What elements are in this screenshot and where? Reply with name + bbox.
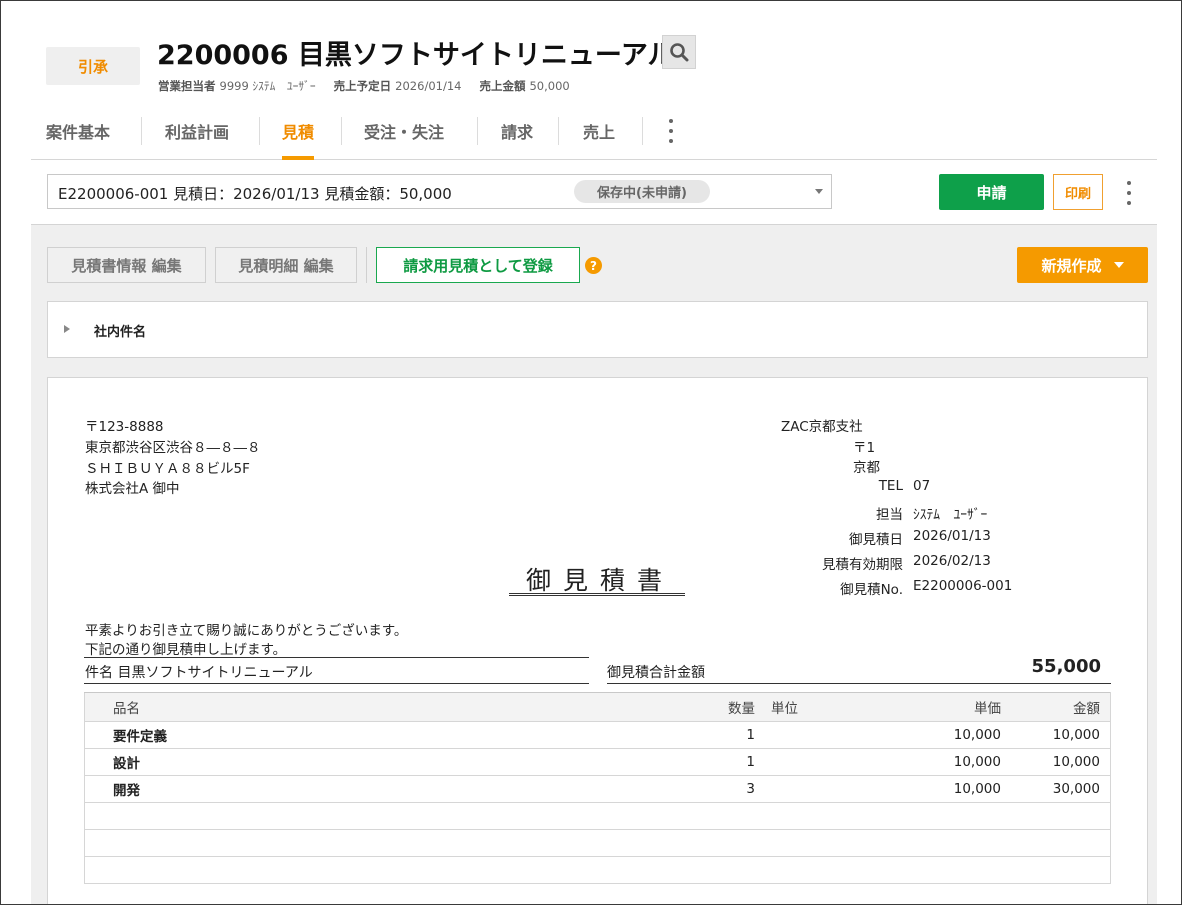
recipient-address: 東京都渋谷区渋谷８―８―８ <box>85 440 261 456</box>
estimate-date-value: 2026/01/13 <box>913 528 991 544</box>
meta-label: 売上予定日 <box>333 79 392 93</box>
item-qty: 1 <box>633 721 761 749</box>
item-unit <box>761 721 851 749</box>
col-amount: 金額 <box>1001 692 1111 722</box>
tab-divider <box>141 117 142 145</box>
divider <box>84 683 589 684</box>
tab-sales[interactable]: 売上 <box>583 111 615 159</box>
sender-city: 京都 <box>853 460 880 476</box>
table-row-empty <box>84 802 1111 830</box>
table-row: 要件定義 1 10,000 10,000 <box>84 721 1111 749</box>
item-amount: 30,000 <box>1001 775 1111 803</box>
help-icon[interactable]: ? <box>585 257 602 274</box>
tab-divider <box>341 117 342 145</box>
valid-until-value: 2026/02/13 <box>913 553 991 569</box>
internal-subject-panel[interactable]: 社内件名 <box>47 301 1148 358</box>
new-create-button[interactable]: 新規作成 <box>1017 247 1148 283</box>
item-amount: 10,000 <box>1001 748 1111 776</box>
table-row: 設計 1 10,000 10,000 <box>84 748 1111 776</box>
search-button[interactable] <box>662 35 696 69</box>
meta-value: 50,000 <box>529 79 570 93</box>
estimate-select-value: E2200006-001 見積日：2026/01/13 見積金額：50,000 <box>58 185 452 203</box>
project-meta: 営業担当者 9999 ｼｽﾃﾑ ﾕｰｻﾞｰ 売上予定日 2026/01/14 売上金額 5… <box>158 78 570 94</box>
estimate-date-label: 御見積日 <box>849 532 903 548</box>
greeting-line-2: 下記の通り御見積申し上げます。 <box>85 642 287 658</box>
item-price: 10,000 <box>851 775 1001 803</box>
chevron-down-icon <box>815 189 823 194</box>
valid-until-label: 見積有効期限 <box>822 557 903 573</box>
meta-label: 営業担当者 <box>158 79 216 93</box>
edit-estimate-info-button[interactable]: 見積書情報 編集 <box>47 247 206 283</box>
tab-project-basic[interactable]: 案件基本 <box>46 111 110 159</box>
item-name: 設計 <box>84 748 633 776</box>
tel-label: TEL <box>878 478 903 494</box>
item-qty: 1 <box>633 748 761 776</box>
search-icon <box>670 43 689 62</box>
estimate-no-label: 御見積No. <box>840 582 903 598</box>
tab-order[interactable]: 受注・失注 <box>364 111 444 159</box>
person-label: 担当 <box>876 507 903 523</box>
print-button[interactable]: 印刷 <box>1053 174 1103 210</box>
tab-bar: 案件基本 利益計画 見積 受注・失注 請求 売上 <box>31 111 1157 160</box>
greeting-line-1: 平素よりお引き立て賜り誠にありがとうございます。 <box>85 623 408 639</box>
chevron-right-icon <box>64 325 70 333</box>
recipient-name: 株式会社A 御中 <box>85 481 180 497</box>
subject: 件名 目黒ソフトサイトリニューアル <box>85 665 313 681</box>
col-price: 単価 <box>851 692 1001 722</box>
more-tabs-icon[interactable] <box>666 119 676 143</box>
page-title: 2200006 目黒ソフトサイトリニューアル <box>157 40 675 71</box>
col-qty: 数量 <box>633 692 761 722</box>
register-billing-estimate-button[interactable]: 請求用見積として登録 <box>376 247 580 283</box>
estimate-select[interactable]: E2200006-001 見積日：2026/01/13 見積金額：50,000 … <box>47 174 832 209</box>
tab-profit-plan[interactable]: 利益計画 <box>165 111 229 159</box>
divider <box>84 657 589 658</box>
sender-company: ZAC京都支社 <box>781 419 863 435</box>
tel-value: 07 <box>913 478 931 494</box>
recipient-building: ＳＨＩＢＵＹＡ８８ビル5F <box>85 461 250 477</box>
internal-subject-label: 社内件名 <box>94 325 147 340</box>
app-frame: 引承 2200006 目黒ソフトサイトリニューアル 営業担当者 9999 ｼｽﾃﾑ… <box>0 0 1182 905</box>
table-row-empty <box>84 856 1111 884</box>
sender-postal: 〒1 <box>853 440 876 456</box>
item-price: 10,000 <box>851 721 1001 749</box>
save-status-badge: 保存中(未申請) <box>574 180 710 203</box>
document-title: 御見積書 <box>525 566 674 595</box>
col-unit: 単位 <box>761 692 851 722</box>
person-value: ｼｽﾃﾑ ﾕｰｻﾞｰ <box>913 507 988 523</box>
more-options-icon[interactable] <box>1124 181 1134 205</box>
item-name: 開発 <box>84 775 633 803</box>
tab-divider <box>477 117 478 145</box>
edit-estimate-detail-button[interactable]: 見積明細 編集 <box>215 247 357 283</box>
total-amount: 55,000 <box>1031 656 1101 677</box>
item-name: 要件定義 <box>84 721 633 749</box>
table-row-empty <box>84 829 1111 857</box>
table-row: 開発 3 10,000 30,000 <box>84 775 1111 803</box>
recipient-postal: 〒123-8888 <box>85 419 164 435</box>
toolbar-divider <box>366 247 367 283</box>
meta-value: 9999 ｼｽﾃﾑ ﾕｰｻﾞｰ <box>219 79 316 93</box>
tab-divider <box>642 117 643 145</box>
total-label: 御見積合計金額 <box>607 665 705 681</box>
estimate-items-table: 品名 数量 単位 単価 金額 要件定義 1 10,000 10,000 設計 1… <box>84 692 1111 884</box>
tab-estimate[interactable]: 見積 <box>282 111 315 160</box>
tab-divider <box>558 117 559 145</box>
item-price: 10,000 <box>851 748 1001 776</box>
meta-label: 売上金額 <box>479 79 526 93</box>
divider <box>607 683 1111 684</box>
meta-value: 2026/01/14 <box>395 79 462 93</box>
apply-button[interactable]: 申請 <box>939 174 1044 210</box>
title-underline <box>509 593 685 596</box>
caret-down-icon <box>1113 262 1124 268</box>
estimate-no-value: E2200006-001 <box>913 578 1013 594</box>
tab-billing[interactable]: 請求 <box>501 111 533 159</box>
tab-divider <box>259 117 260 145</box>
item-qty: 3 <box>633 775 761 803</box>
status-badge: 引承 <box>46 47 140 85</box>
item-unit <box>761 748 851 776</box>
col-name: 品名 <box>84 692 633 722</box>
item-amount: 10,000 <box>1001 721 1111 749</box>
item-unit <box>761 775 851 803</box>
new-create-label: 新規作成 <box>1041 256 1102 275</box>
table-header-row: 品名 数量 単位 単価 金額 <box>84 692 1111 722</box>
